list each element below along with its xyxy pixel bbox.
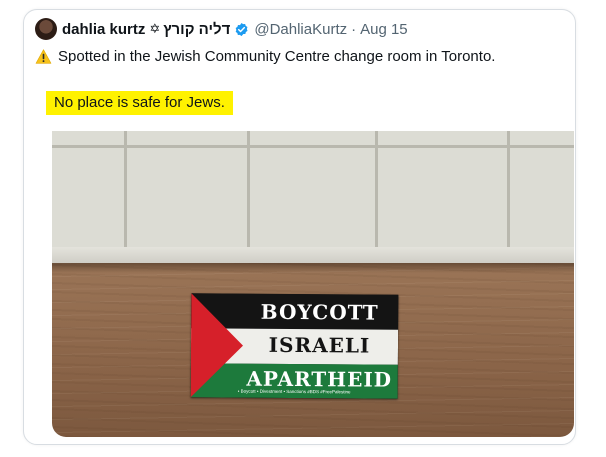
tweet-header: dahlia kurtz ✡ דליה קורץ @DahliaKurtz · … [35,17,408,41]
tweet-text-1: Spotted in the Jewish Community Centre c… [58,48,496,65]
sticker-line-1: BOYCOTT [260,299,379,325]
separator-dot: · [351,20,357,38]
boycott-sticker: BOYCOTT ISRAELI APARTHEID • Boycott • Di… [190,293,399,399]
sticker-line-2: ISRAELI [268,332,371,358]
tweet-text-highlighted: No place is safe for Jews. [46,91,233,115]
star-of-david-icon: ✡ [149,21,161,36]
verified-badge-icon [236,22,248,36]
user-handle[interactable]: @DahliaKurtz [254,21,347,38]
flag-triangle [190,293,244,398]
hebrew-name[interactable]: דליה קורץ [163,21,230,38]
avatar[interactable] [35,18,57,40]
tweet-text-line-1: Spotted in the Jewish Community Centre c… [35,48,495,65]
display-name[interactable]: dahlia kurtz [62,21,145,38]
tiled-wall [52,131,574,263]
warning-icon [35,49,52,64]
tweet-date[interactable]: Aug 15 [360,21,408,38]
tweet-photo[interactable]: BOYCOTT ISRAELI APARTHEID • Boycott • Di… [52,131,574,437]
